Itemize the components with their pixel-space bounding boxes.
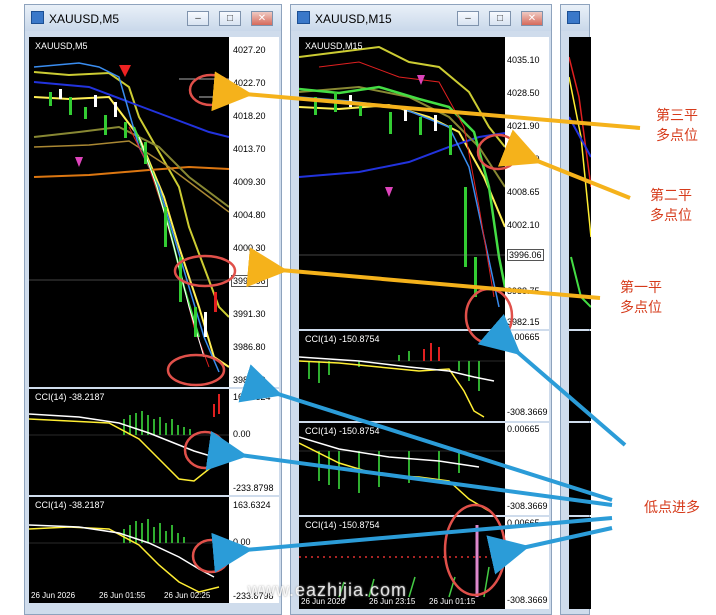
current-price-marker: 3996.06	[231, 275, 268, 287]
restore-button[interactable]: □	[219, 11, 241, 26]
cci-axis: 0.00665 -308.3669	[505, 331, 549, 421]
annotation-text: 第二平 多点位	[650, 188, 692, 224]
price-tick: 4035.10	[507, 55, 540, 65]
price-tick: 3982.30	[233, 375, 266, 385]
window-titlebar[interactable]: XAUUSD,M5 – □ ✕	[25, 5, 281, 31]
window-titlebar[interactable]	[561, 5, 589, 31]
annotation-low-entry: 低点进多	[634, 498, 710, 518]
price-tick: 3986.80	[233, 342, 266, 352]
cci-graphics	[299, 436, 505, 512]
annotation-third-exit: 第三平 多点位	[642, 106, 712, 146]
price-tick: 4027.20	[233, 45, 266, 55]
chart-window-m5[interactable]: XAUUSD,M5 – □ ✕ XAUUSD,M5 4027.20 4022.7…	[24, 4, 282, 615]
close-button[interactable]: ✕	[521, 11, 543, 26]
chart-app-icon	[567, 11, 580, 24]
window-title: XAUUSD,M5	[49, 12, 120, 26]
cci-axis: 0.00665 -308.3669	[505, 423, 549, 515]
annotation-second-exit: 第二平 多点位	[636, 186, 706, 226]
chart-app-icon	[31, 11, 44, 24]
cci-graphics	[29, 394, 229, 482]
price-tick: 4002.10	[507, 220, 540, 230]
cci-tick: 5	[507, 550, 513, 560]
price-axis: 4027.20 4022.70 4018.20 4013.70 4009.30 …	[229, 37, 279, 387]
time-label: 26 Jun 01:55	[99, 591, 146, 600]
window-title: XAUUSD,M15	[315, 12, 392, 26]
price-tick: 4022.70	[233, 78, 266, 88]
price-chart-pane[interactable]: XAUUSD,M5	[29, 37, 229, 387]
cci-tick: 0.00	[233, 429, 251, 439]
cci-indicator-pane	[569, 331, 591, 421]
cci-indicator-pane	[569, 517, 591, 609]
annotation-text: 低点进多	[644, 500, 700, 516]
cci-label: CCI(14) -150.8754	[305, 334, 380, 344]
price-chart-graphics	[569, 56, 591, 308]
price-chart-pane	[569, 37, 591, 329]
price-tick: 4015.30	[507, 154, 540, 164]
chart-app-icon	[297, 11, 310, 24]
chart-window-partial[interactable]	[560, 4, 591, 615]
current-price-marker: 3996.06	[507, 249, 544, 261]
price-chart-graphics	[29, 62, 229, 373]
chart-symbol-label: XAUUSD,M5	[35, 41, 88, 51]
cci-axis: 163.6324 0.00 -233.8798	[229, 389, 279, 495]
cci-label: CCI(14) -38.2187	[35, 392, 105, 402]
minimize-button[interactable]: –	[457, 11, 479, 26]
minimize-button[interactable]: –	[187, 11, 209, 26]
cci-tick: 163.6324	[233, 392, 271, 402]
watermark: www.eazhijia.com	[248, 580, 408, 600]
cci-indicator-pane[interactable]: CCI(14) -150.8754	[299, 331, 505, 421]
price-tick: 3991.30	[233, 309, 266, 319]
price-tick: 4004.80	[233, 210, 266, 220]
chart-symbol-label: XAUUSD,M15	[305, 41, 363, 51]
time-label: 26 Jun 2026	[31, 591, 76, 600]
cci-indicator-pane[interactable]: CCI(14) -38.2187 26 Jun 2026 26 Jun 01:5…	[29, 497, 229, 603]
cci-indicator-pane[interactable]: CCI(14) -150.8754	[299, 423, 505, 515]
cci-label: CCI(14) -38.2187	[35, 500, 105, 510]
cci-indicator-pane	[569, 423, 591, 515]
cci-tick: -233.8798	[233, 483, 274, 493]
cci-label: CCI(14) -150.8754	[305, 426, 380, 436]
time-label: 26 Jun 01:15	[429, 597, 476, 606]
price-tick: 4009.30	[233, 177, 266, 187]
annotation-first-exit: 第一平 多点位	[606, 278, 676, 318]
price-tick: 4000.30	[233, 243, 266, 253]
cci-indicator-pane[interactable]: CCI(14) -38.2187	[29, 389, 229, 495]
price-chart-pane[interactable]: XAUUSD,M15	[299, 37, 505, 329]
restore-button[interactable]: □	[489, 11, 511, 26]
cci-tick: -308.3669	[507, 407, 548, 417]
cci-graphics	[29, 519, 229, 593]
cci-tick: 0.00665	[507, 332, 540, 342]
time-label: 26 Jun 02:25	[164, 591, 211, 600]
price-tick: 4008.65	[507, 187, 540, 197]
annotation-text: 第三平 多点位	[656, 108, 698, 144]
cci-tick: 0.00665	[507, 424, 540, 434]
price-axis: 4035.10 4028.50 4021.90 4015.30 4008.65 …	[505, 37, 549, 329]
price-tick: 4013.70	[233, 144, 266, 154]
chart-window-m15[interactable]: XAUUSD,M15 – □ ✕ XAUUSD,M15 4035.10 4028…	[290, 4, 552, 615]
cci-axis: 0.00665 5 -308.3669	[505, 517, 549, 609]
annotation-text: 第一平 多点位	[620, 280, 662, 316]
price-tick: 3982.15	[507, 317, 540, 327]
price-tick: 4021.90	[507, 121, 540, 131]
cci-tick: -308.3669	[507, 501, 548, 511]
cci-tick: -308.3669	[507, 595, 548, 605]
cci-tick: 163.6324	[233, 500, 271, 510]
price-chart-graphics	[299, 45, 505, 308]
price-tick: 4018.20	[233, 111, 266, 121]
close-button[interactable]: ✕	[251, 11, 273, 26]
window-titlebar[interactable]: XAUUSD,M15 – □ ✕	[291, 5, 551, 31]
cci-tick: 0.00	[233, 537, 251, 547]
price-tick: 4028.50	[507, 88, 540, 98]
cci-label: CCI(14) -150.8754	[305, 520, 380, 530]
cci-tick: 0.00665	[507, 518, 540, 528]
cci-graphics	[299, 343, 505, 418]
price-tick: 3988.75	[507, 286, 540, 296]
